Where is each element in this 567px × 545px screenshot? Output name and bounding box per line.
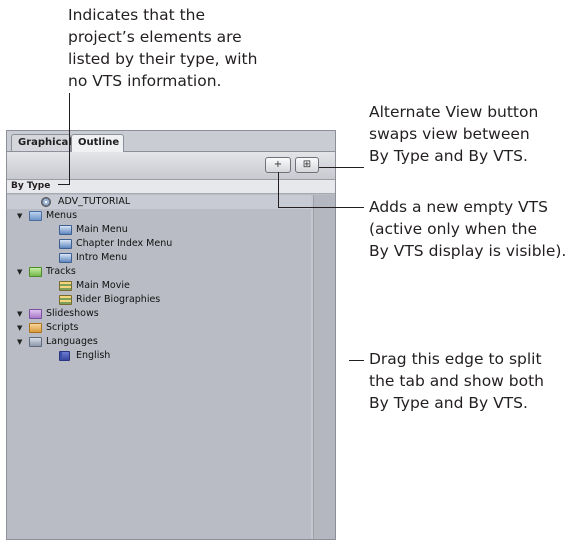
tree-row-label: Chapter Index Menu	[76, 238, 173, 249]
folder-icon	[29, 267, 42, 277]
tree-row-label: Languages	[46, 336, 98, 347]
vertical-scrollbar[interactable]	[313, 195, 335, 539]
menu-icon	[59, 225, 72, 235]
callout-line: Alternate View button	[369, 103, 539, 121]
callout-line: Adds a new empty VTS	[369, 198, 548, 216]
track-icon	[59, 295, 72, 305]
disclosure-triangle-icon[interactable]: ▼	[17, 209, 22, 223]
tree-row[interactable]: Intro Menu	[7, 251, 313, 265]
callout-line: By Type and By VTS.	[369, 147, 528, 165]
leader-line-alternate-view	[319, 167, 364, 168]
tree-row[interactable]: ▼ Menus	[7, 209, 313, 223]
tree-row-label: Intro Menu	[76, 252, 128, 263]
tree-row[interactable]: ▼ Scripts	[7, 321, 313, 335]
leader-line-add-vts	[278, 207, 364, 208]
callout-line: listed by their type, with	[68, 50, 258, 68]
folder-icon	[29, 323, 42, 333]
folder-icon	[29, 211, 42, 221]
tree-row[interactable]: Rider Biographies	[7, 293, 313, 307]
callout-line: swaps view between	[369, 125, 530, 143]
flag-icon	[59, 351, 70, 361]
folder-icon	[29, 309, 42, 319]
callout-add-vts: Adds a new empty VTS (active only when t…	[369, 196, 566, 262]
tree-row-label: Tracks	[46, 266, 76, 277]
add-vts-button[interactable]: +	[265, 157, 291, 173]
leader-line-by-type	[69, 93, 70, 184]
leader-line-by-type	[58, 184, 70, 185]
track-icon	[59, 281, 72, 291]
outline-toolbar: + ⊞	[7, 152, 335, 180]
alternate-view-button[interactable]: ⊞	[295, 157, 319, 173]
tree-row[interactable]: Chapter Index Menu	[7, 237, 313, 251]
disclosure-triangle-icon[interactable]: ▼	[17, 307, 22, 321]
tree-row-label: Menus	[46, 210, 78, 221]
leader-line-drag-edge	[349, 360, 364, 361]
callout-drag-edge: Drag this edge to split the tab and show…	[369, 348, 544, 414]
callout-alternate-view: Alternate View button swaps view between…	[369, 101, 538, 167]
callout-line: Drag this edge to split	[369, 350, 542, 368]
tree-row-label: Main Movie	[76, 280, 130, 291]
menu-icon	[59, 239, 72, 249]
disclosure-triangle-icon[interactable]: ▼	[17, 335, 22, 349]
folder-icon	[29, 337, 42, 347]
callout-line: project’s elements are	[68, 28, 242, 46]
menu-icon	[59, 253, 72, 263]
disclosure-triangle-icon[interactable]: ▼	[17, 321, 22, 335]
callout-line: By Type and By VTS.	[369, 394, 528, 412]
tree-row[interactable]: ▼ Tracks	[7, 265, 313, 279]
tree-row[interactable]: English	[7, 349, 313, 363]
callout-line: Indicates that the	[68, 6, 206, 24]
callout-line: (active only when the	[369, 220, 538, 238]
tree-row-label: Slideshows	[46, 308, 99, 319]
tree-row-label: ADV_TUTORIAL	[58, 196, 131, 207]
outline-tree: ADV_TUTORIAL ▼ Menus Main Menu Chapter Index…	[7, 195, 313, 539]
tree-row-label: English	[76, 350, 111, 361]
leader-line-add-vts	[278, 172, 279, 207]
tree-row[interactable]: Main Menu	[7, 223, 313, 237]
disclosure-triangle-icon[interactable]: ▼	[17, 265, 22, 279]
tab-graphical[interactable]: Graphical	[11, 134, 72, 151]
tab-strip: Graphical Outline	[7, 131, 335, 152]
tree-row[interactable]: ▼ Slideshows	[7, 307, 313, 321]
callout-line: By VTS display is visible).	[369, 242, 567, 260]
disc-icon	[41, 197, 51, 207]
tree-row[interactable]: ▼ Languages	[7, 335, 313, 349]
view-header: By Type	[7, 180, 335, 194]
outline-panel: Graphical Outline + ⊞ By Type ADV_TUTORI…	[6, 130, 336, 540]
tree-row[interactable]: Main Movie	[7, 279, 313, 293]
callout-line: the tab and show both	[369, 372, 545, 390]
callout-line: no VTS information.	[68, 72, 222, 90]
tree-row[interactable]: ADV_TUTORIAL	[7, 195, 313, 209]
tree-row-label: Main Menu	[76, 224, 128, 235]
tree-row-label: Scripts	[46, 322, 79, 333]
tree-row-label: Rider Biographies	[76, 294, 161, 305]
tab-outline[interactable]: Outline	[71, 134, 124, 152]
callout-by-type: Indicates that the project’s elements ar…	[68, 4, 257, 92]
